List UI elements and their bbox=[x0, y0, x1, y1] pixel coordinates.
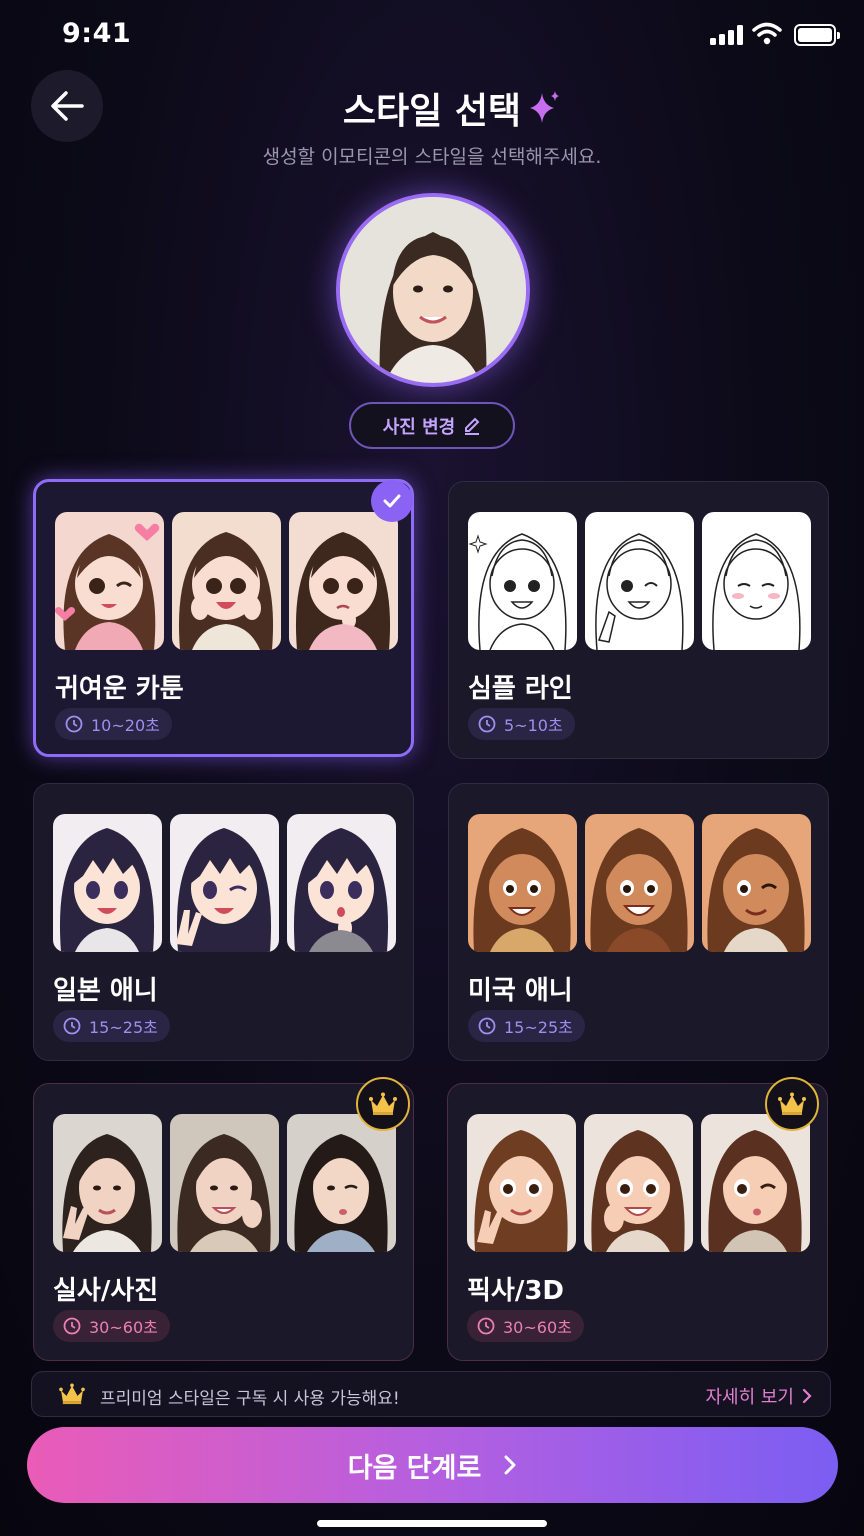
premium-crown-badge bbox=[765, 1077, 819, 1131]
preview-image bbox=[170, 814, 279, 952]
pencil-icon bbox=[465, 417, 480, 435]
duration-badge: 30~60초 bbox=[467, 1310, 584, 1342]
preview-image bbox=[289, 512, 398, 650]
preview-image bbox=[55, 512, 164, 650]
clock-icon bbox=[63, 1017, 81, 1035]
status-time: 9:41 bbox=[62, 18, 132, 49]
clock-icon bbox=[65, 715, 83, 733]
premium-notice-bar: 프리미엄 스타일은 구독 시 사용 가능해요! 자세히 보기 bbox=[31, 1371, 831, 1417]
style-card-title: 귀여운 카툰 bbox=[55, 674, 184, 704]
home-indicator bbox=[317, 1520, 547, 1527]
preview-image bbox=[585, 814, 694, 952]
style-card-title: 실사/사진 bbox=[53, 1276, 159, 1306]
cellular-signal-icon bbox=[710, 25, 743, 45]
preview-image bbox=[468, 814, 577, 952]
style-card-american-anime[interactable]: 미국 애니 15~25초 bbox=[448, 783, 829, 1061]
next-step-button[interactable]: 다음 단계로 bbox=[27, 1427, 838, 1503]
premium-crown-badge bbox=[356, 1077, 410, 1131]
preview-image bbox=[287, 814, 396, 952]
wifi-icon bbox=[752, 22, 782, 45]
duration-badge: 30~60초 bbox=[53, 1310, 170, 1342]
preview-image bbox=[287, 1114, 396, 1252]
style-card-cute-cartoon[interactable]: 귀여운 카툰 10~20초 bbox=[33, 479, 414, 757]
change-photo-label: 사진 변경 bbox=[382, 416, 456, 438]
preview-image bbox=[701, 1114, 810, 1252]
premium-notice-text: 프리미엄 스타일은 구독 시 사용 가능해요! bbox=[100, 1389, 400, 1409]
duration-text: 10~20초 bbox=[91, 716, 160, 735]
preview-image bbox=[585, 512, 694, 650]
clock-icon bbox=[478, 715, 496, 733]
change-photo-button[interactable]: 사진 변경 bbox=[349, 402, 515, 449]
duration-text: 15~25초 bbox=[504, 1018, 573, 1037]
duration-badge: 15~25초 bbox=[468, 1010, 585, 1042]
preview-image bbox=[53, 1114, 162, 1252]
duration-badge: 15~25초 bbox=[53, 1010, 170, 1042]
portrait-photo bbox=[340, 197, 526, 383]
view-details-label: 자세히 보기 bbox=[705, 1387, 794, 1408]
duration-badge: 5~10초 bbox=[468, 708, 575, 740]
crown-icon bbox=[369, 1092, 397, 1115]
page-subtitle: 생성할 이모티콘의 스타일을 선택해주세요. bbox=[262, 146, 602, 168]
status-bar: 9:41 bbox=[0, 0, 864, 70]
style-card-title: 심플 라인 bbox=[468, 674, 573, 704]
crown-icon bbox=[778, 1092, 806, 1115]
duration-text: 15~25초 bbox=[89, 1018, 158, 1037]
selected-check-badge bbox=[371, 480, 413, 522]
preview-image bbox=[172, 512, 281, 650]
style-card-japanese-anime[interactable]: 일본 애니 15~25초 bbox=[33, 783, 414, 1061]
style-card-title: 픽사/3D bbox=[467, 1276, 565, 1306]
preview-image bbox=[53, 814, 162, 952]
preview-image bbox=[702, 512, 811, 650]
preview-image bbox=[468, 512, 577, 650]
style-card-simple-line[interactable]: 심플 라인 5~10초 bbox=[448, 481, 829, 759]
style-card-title: 미국 애니 bbox=[468, 976, 573, 1006]
preview-image bbox=[170, 1114, 279, 1252]
next-step-label: 다음 단계로 bbox=[347, 1452, 482, 1484]
style-card-realistic-photo[interactable]: 실사/사진 30~60초 bbox=[33, 1077, 414, 1361]
sparkle-icon bbox=[530, 91, 559, 123]
duration-text: 30~60초 bbox=[89, 1318, 158, 1337]
profile-photo bbox=[336, 193, 530, 387]
checkmark-icon bbox=[383, 494, 401, 508]
clock-icon bbox=[477, 1317, 495, 1335]
chevron-right-icon bbox=[504, 1455, 516, 1475]
style-card-pixar-3d[interactable]: 픽사/3D 30~60초 bbox=[447, 1077, 828, 1361]
duration-text: 5~10초 bbox=[504, 716, 563, 735]
preview-image bbox=[584, 1114, 693, 1252]
chevron-right-icon bbox=[802, 1388, 812, 1404]
clock-icon bbox=[63, 1317, 81, 1335]
crown-icon bbox=[59, 1383, 85, 1405]
page-title: 스타일 선택 bbox=[342, 91, 522, 132]
preview-image bbox=[702, 814, 811, 952]
duration-badge: 10~20초 bbox=[55, 708, 172, 740]
duration-text: 30~60초 bbox=[503, 1318, 572, 1337]
preview-image bbox=[467, 1114, 576, 1252]
clock-icon bbox=[478, 1017, 496, 1035]
battery-icon bbox=[794, 24, 840, 46]
view-details-link[interactable]: 자세히 보기 bbox=[705, 1383, 812, 1409]
style-card-title: 일본 애니 bbox=[53, 976, 158, 1006]
